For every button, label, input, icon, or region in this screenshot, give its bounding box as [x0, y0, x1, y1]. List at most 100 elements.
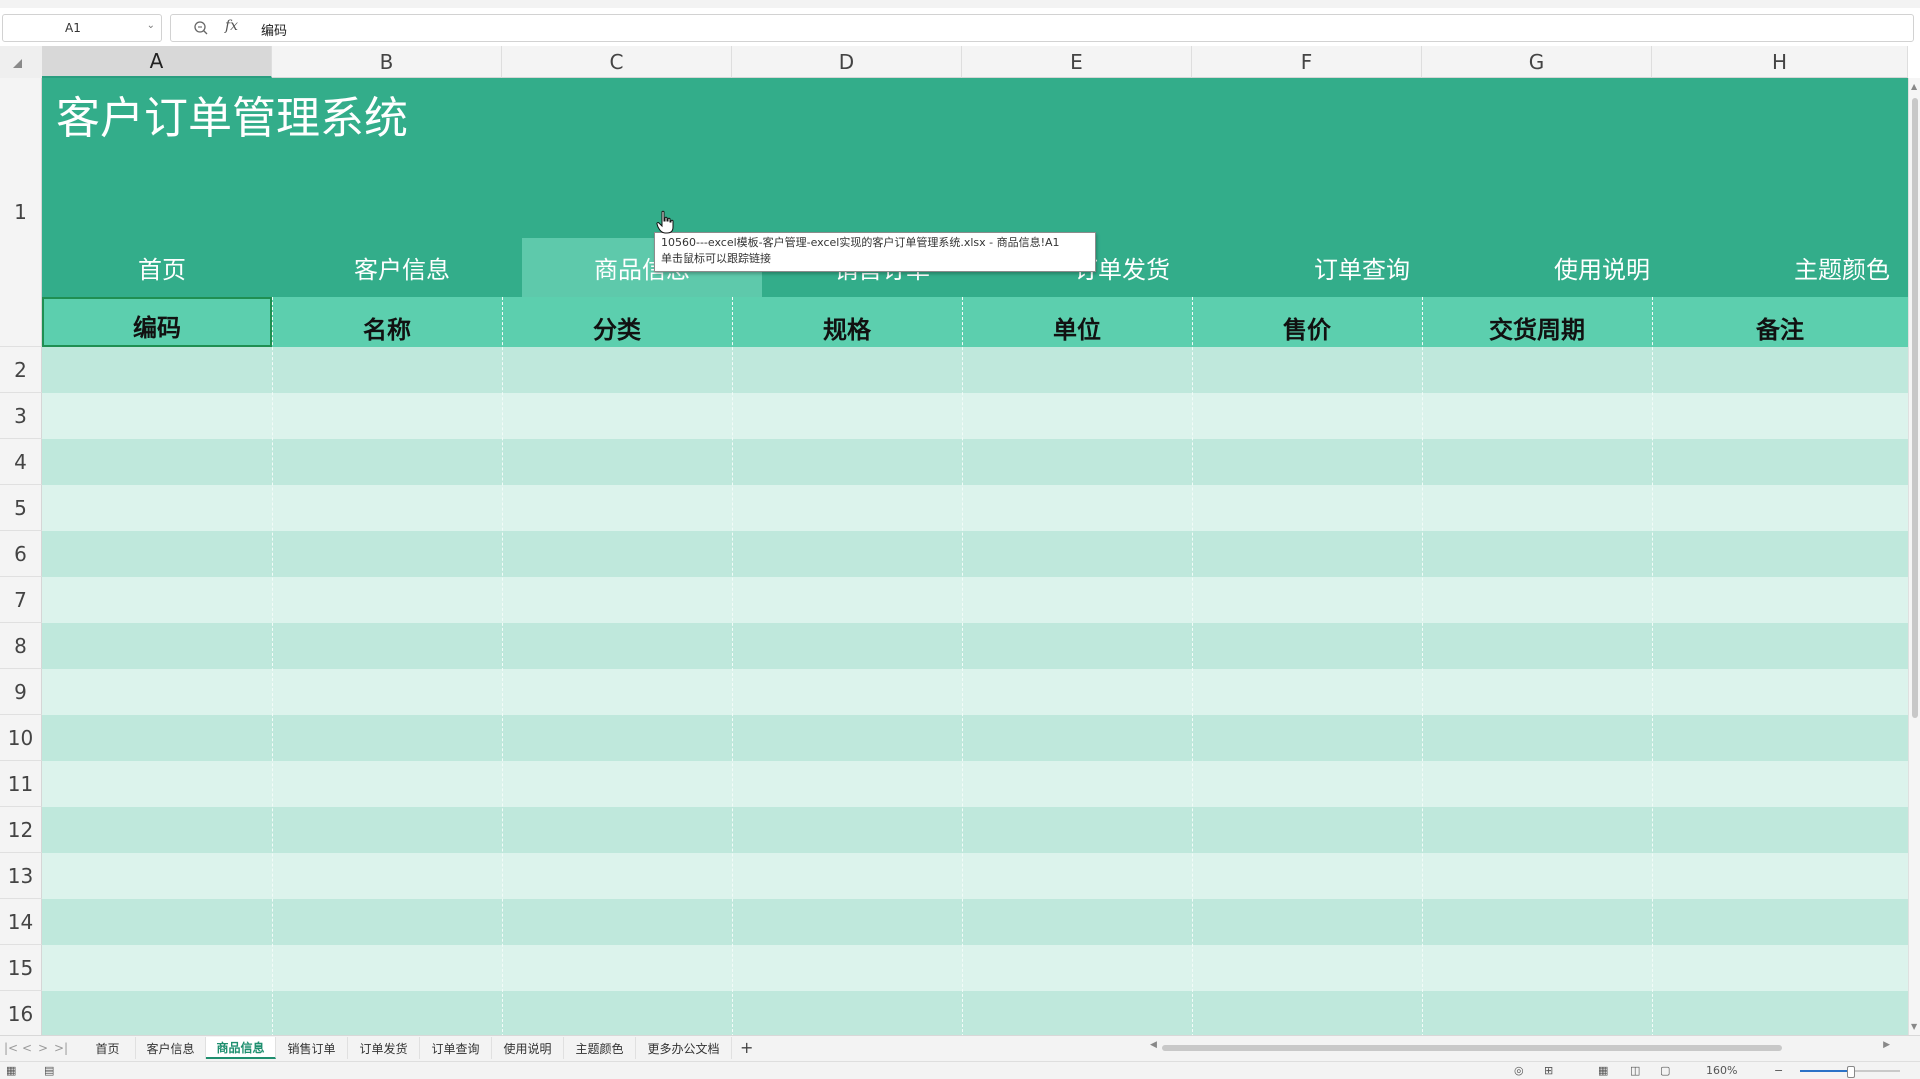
- spreadsheet-grid[interactable]: ABCDEFGH 1234567891011121314151617 客户订单管…: [0, 46, 1920, 1035]
- scroll-down-icon[interactable]: ▼: [1911, 1022, 1917, 1031]
- column-title-notes[interactable]: 备注: [1652, 297, 1908, 347]
- table-row[interactable]: [42, 761, 1908, 807]
- nav-home[interactable]: 首页: [42, 238, 282, 297]
- row-header-6[interactable]: 6: [0, 531, 42, 577]
- sheet-tab-order-shipping[interactable]: 订单发货: [348, 1037, 420, 1059]
- nav-label: 使用说明: [1554, 256, 1650, 284]
- sheet-tab-instructions[interactable]: 使用说明: [492, 1037, 564, 1059]
- table-row[interactable]: [42, 393, 1908, 439]
- last-sheet-icon[interactable]: >|: [54, 1041, 68, 1055]
- sheet-tab-theme-color[interactable]: 主题颜色: [564, 1037, 636, 1059]
- tab-label: 首页: [95, 1041, 120, 1056]
- row-header-13[interactable]: 13: [0, 853, 42, 899]
- view-options-icon[interactable]: ⊞: [1544, 1064, 1553, 1077]
- table-row[interactable]: [42, 899, 1908, 945]
- column-header-d[interactable]: D: [732, 46, 962, 78]
- row-header-15[interactable]: 15: [0, 945, 42, 991]
- nav-theme-color[interactable]: 主题颜色: [1722, 238, 1920, 297]
- zoom-slider[interactable]: [1800, 1066, 1900, 1078]
- column-header-e[interactable]: E: [962, 46, 1192, 78]
- sheet-tab-customers[interactable]: 客户信息: [136, 1037, 206, 1059]
- row-header-1[interactable]: 1: [0, 78, 42, 347]
- vertical-scrollbar[interactable]: ▲ ▼: [1908, 78, 1920, 1035]
- nav-order-query[interactable]: 订单查询: [1242, 238, 1482, 297]
- table-row[interactable]: [42, 945, 1908, 991]
- select-all-corner[interactable]: [0, 46, 43, 79]
- table-row[interactable]: [42, 485, 1908, 531]
- row-header-14[interactable]: 14: [0, 899, 42, 945]
- row-header-3[interactable]: 3: [0, 393, 42, 439]
- column-header-f[interactable]: F: [1192, 46, 1422, 78]
- eye-protection-icon[interactable]: ◎: [1514, 1064, 1524, 1077]
- column-header-h[interactable]: H: [1652, 46, 1908, 78]
- zoom-level[interactable]: 160%: [1706, 1064, 1737, 1077]
- tab-label: 客户信息: [146, 1041, 195, 1056]
- chevron-down-icon[interactable]: ⌄: [147, 20, 155, 31]
- row-header-16[interactable]: 16: [0, 991, 42, 1035]
- add-sheet-button[interactable]: +: [740, 1038, 753, 1057]
- row-header-4[interactable]: 4: [0, 439, 42, 485]
- row-header-9[interactable]: 9: [0, 669, 42, 715]
- column-title-spec[interactable]: 规格: [732, 297, 962, 347]
- nav-customers[interactable]: 客户信息: [282, 238, 522, 297]
- formula-input[interactable]: fx 编码: [170, 14, 1914, 42]
- table-row[interactable]: [42, 439, 1908, 485]
- zoom-out-icon[interactable]: −: [1774, 1064, 1783, 1077]
- column-header-a[interactable]: A: [42, 46, 272, 78]
- zoom-slider-knob[interactable]: [1847, 1066, 1855, 1078]
- column-title-name[interactable]: 名称: [272, 297, 502, 347]
- row-header-8[interactable]: 8: [0, 623, 42, 669]
- column-title-text: 编码: [133, 314, 181, 342]
- row-header-5[interactable]: 5: [0, 485, 42, 531]
- column-title-text: 交货周期: [1489, 316, 1585, 344]
- nav-label: 订单查询: [1314, 256, 1410, 284]
- horizontal-scrollbar[interactable]: ◀ ▶: [1150, 1040, 1890, 1054]
- macro-icon[interactable]: ▦: [6, 1064, 16, 1077]
- row-header-2[interactable]: 2: [0, 347, 42, 393]
- column-title-code[interactable]: 编码: [42, 297, 272, 347]
- table-row[interactable]: [42, 991, 1908, 1035]
- scroll-thumb[interactable]: [1162, 1045, 1782, 1051]
- column-header-c[interactable]: C: [502, 46, 732, 78]
- tab-label: 使用说明: [503, 1041, 552, 1056]
- table-row[interactable]: [42, 853, 1908, 899]
- normal-view-icon[interactable]: ▦: [1598, 1064, 1608, 1077]
- nav-instructions[interactable]: 使用说明: [1482, 238, 1722, 297]
- column-title-category[interactable]: 分类: [502, 297, 732, 347]
- name-box[interactable]: A1 ⌄: [2, 14, 162, 42]
- table-row[interactable]: [42, 531, 1908, 577]
- column-title-price[interactable]: 售价: [1192, 297, 1422, 347]
- row-header-10[interactable]: 10: [0, 715, 42, 761]
- sheet-tab-more-docs[interactable]: 更多办公文档: [636, 1037, 732, 1059]
- function-icon[interactable]: fx: [225, 18, 238, 34]
- scroll-thumb[interactable]: [1912, 98, 1918, 718]
- zoom-icon[interactable]: [193, 20, 209, 36]
- sheet-tab-sales-orders[interactable]: 销售订单: [276, 1037, 348, 1059]
- row-header-12[interactable]: 12: [0, 807, 42, 853]
- record-icon[interactable]: ▤: [44, 1064, 54, 1077]
- table-row[interactable]: [42, 577, 1908, 623]
- sheet-tab-order-query[interactable]: 订单查询: [420, 1037, 492, 1059]
- table-row[interactable]: [42, 623, 1908, 669]
- column-header-b[interactable]: B: [272, 46, 502, 78]
- next-sheet-icon[interactable]: >: [38, 1041, 48, 1055]
- column-title-unit[interactable]: 单位: [962, 297, 1192, 347]
- prev-sheet-icon[interactable]: <: [22, 1041, 32, 1055]
- sheet-tab-home[interactable]: 首页: [80, 1037, 136, 1059]
- page-layout-icon[interactable]: ◫: [1630, 1064, 1640, 1077]
- column-title-text: 分类: [593, 316, 641, 344]
- table-row[interactable]: [42, 669, 1908, 715]
- scroll-right-icon[interactable]: ▶: [1883, 1040, 1890, 1050]
- column-title-lead-time[interactable]: 交货周期: [1422, 297, 1652, 347]
- table-row[interactable]: [42, 807, 1908, 853]
- page-break-icon[interactable]: ▢: [1660, 1064, 1670, 1077]
- table-row[interactable]: [42, 347, 1908, 393]
- row-header-7[interactable]: 7: [0, 577, 42, 623]
- scroll-up-icon[interactable]: ▲: [1911, 82, 1917, 91]
- table-row[interactable]: [42, 715, 1908, 761]
- sheet-tab-products[interactable]: 商品信息: [206, 1037, 276, 1059]
- column-header-g[interactable]: G: [1422, 46, 1652, 78]
- scroll-left-icon[interactable]: ◀: [1150, 1040, 1157, 1050]
- row-header-11[interactable]: 11: [0, 761, 42, 807]
- first-sheet-icon[interactable]: |<: [4, 1041, 18, 1055]
